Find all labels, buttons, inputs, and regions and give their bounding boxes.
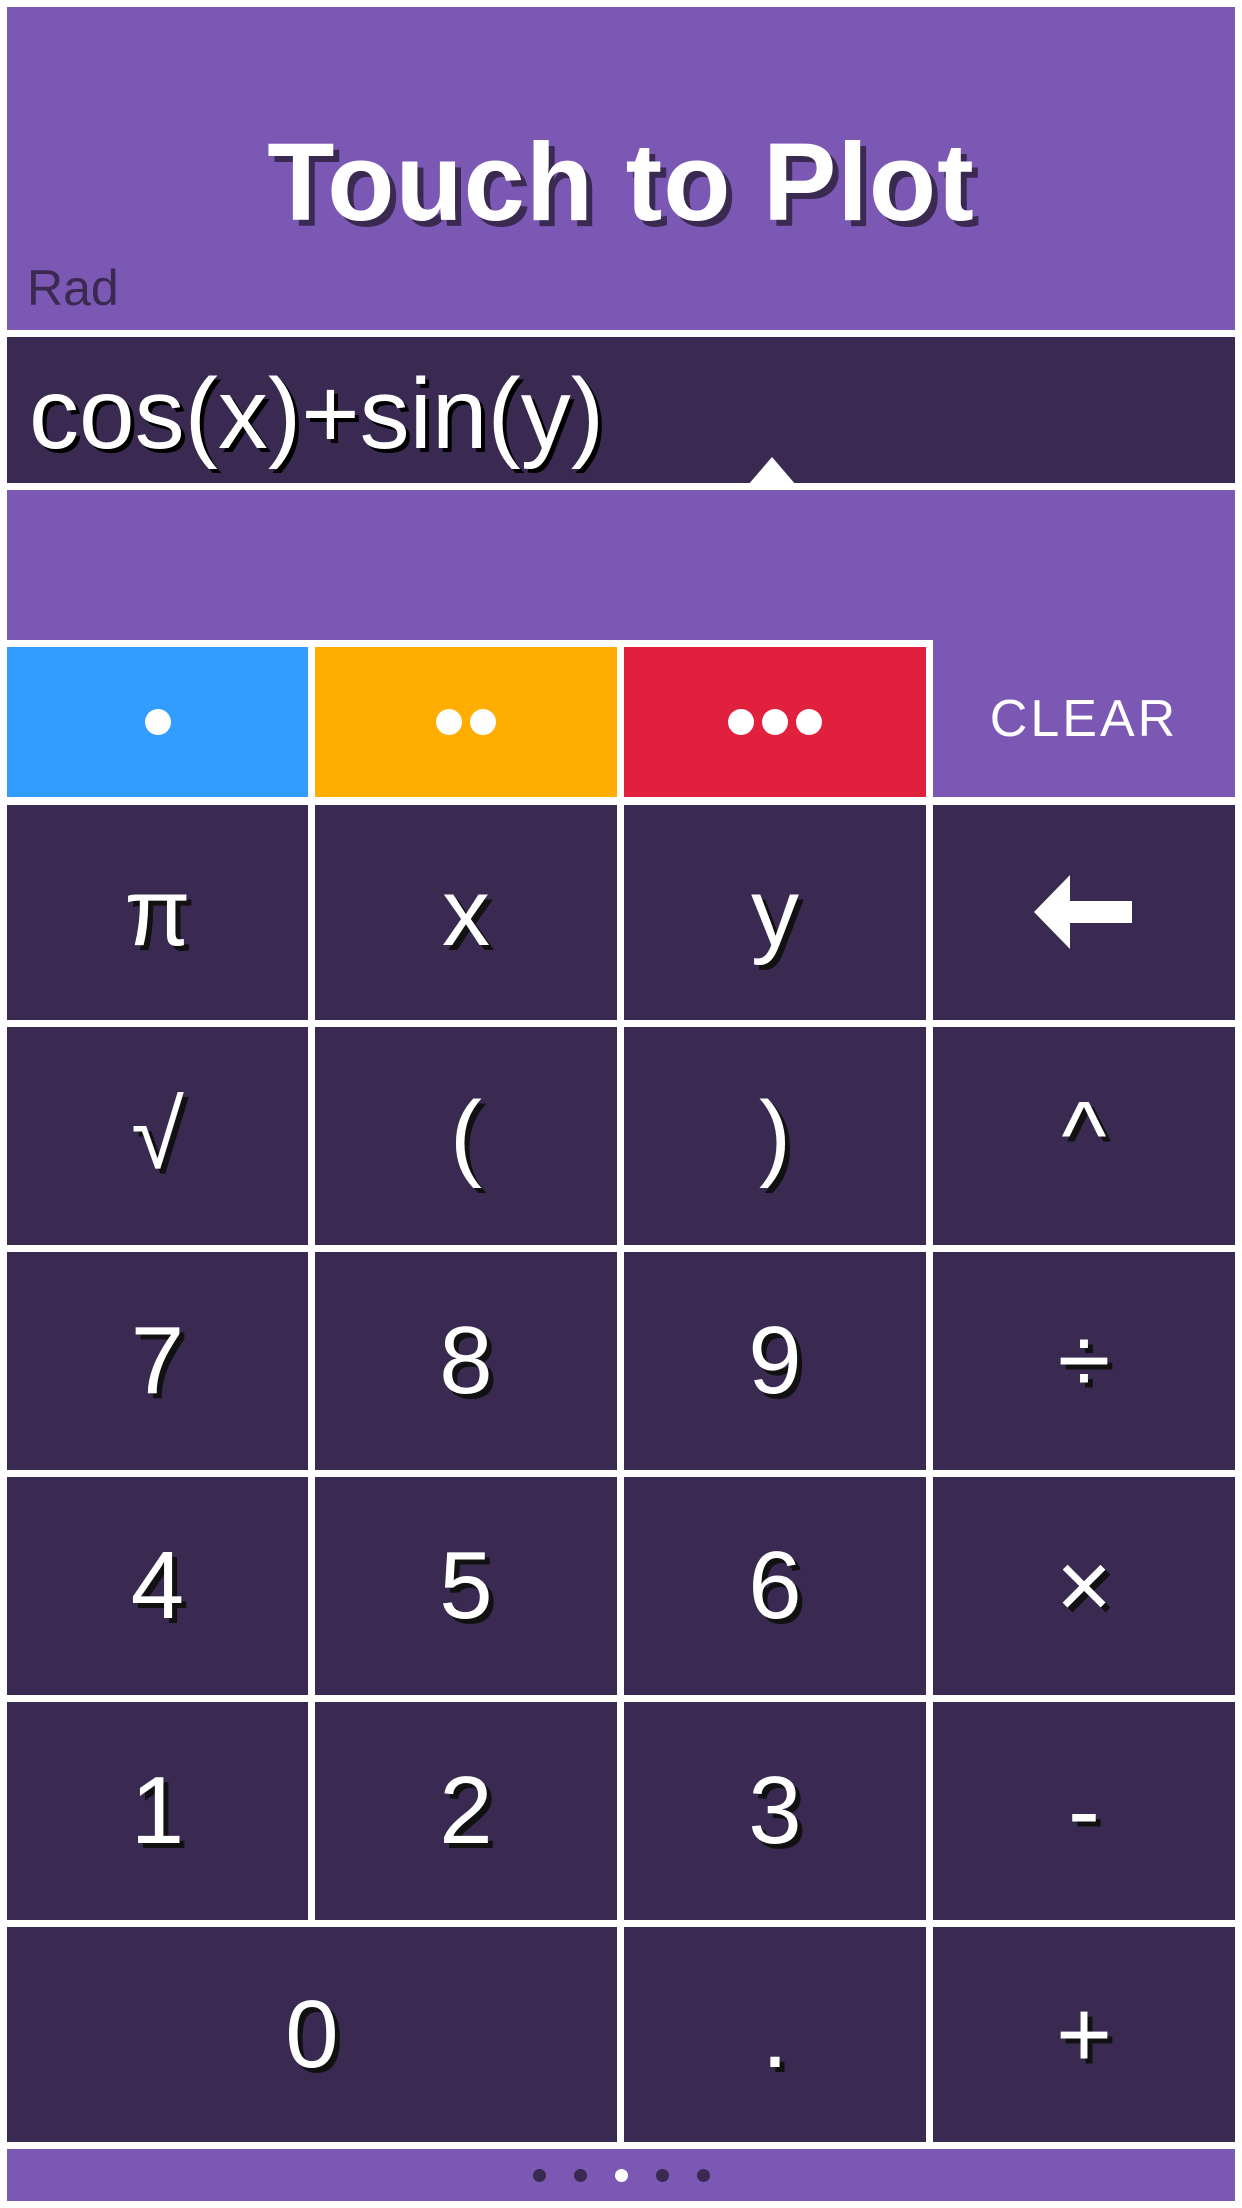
function-2-color-button[interactable] [315, 647, 617, 797]
key-open-paren[interactable]: ( [315, 1027, 617, 1245]
key-label: 8 [439, 1307, 493, 1414]
key-5[interactable]: 5 [315, 1477, 617, 1695]
key-label: × [1055, 1532, 1113, 1639]
key-minus[interactable]: - [933, 1702, 1235, 1920]
dot-icon [728, 709, 754, 735]
key-label: 5 [439, 1532, 493, 1639]
cursor-marker[interactable] [748, 457, 796, 485]
expression-text: cos(x)+sin(y) [29, 358, 605, 470]
page-dot[interactable] [532, 2168, 546, 2182]
key-y[interactable]: y [624, 805, 926, 1020]
key-close-paren[interactable]: ) [624, 1027, 926, 1245]
key-multiply[interactable]: × [933, 1477, 1235, 1695]
key-sqrt[interactable]: √ [7, 1027, 308, 1245]
key-label: . [761, 1980, 789, 2088]
key-2[interactable]: 2 [315, 1702, 617, 1920]
angle-mode-toggle[interactable]: Rad [27, 259, 119, 317]
key-label: ) [759, 1082, 791, 1189]
page-dot[interactable] [655, 2168, 669, 2182]
key-label: 7 [130, 1307, 185, 1414]
key-label: π [124, 858, 191, 966]
key-label: x [442, 858, 490, 966]
clear-button[interactable]: CLEAR [933, 640, 1235, 797]
key-label: + [1055, 1980, 1113, 2088]
arrow-left-icon [1034, 875, 1132, 949]
key-label: 2 [439, 1757, 493, 1864]
key-decimal[interactable]: . [624, 1927, 926, 2142]
key-label: y [751, 858, 799, 966]
key-label: 4 [130, 1532, 185, 1639]
function-3-color-button[interactable] [624, 647, 926, 797]
key-label: ^ [1061, 1082, 1107, 1189]
key-label: - [1068, 1757, 1100, 1864]
page-dot[interactable] [696, 2168, 710, 2182]
key-1[interactable]: 1 [7, 1702, 308, 1920]
key-4[interactable]: 4 [7, 1477, 308, 1695]
dot-icon [796, 709, 822, 735]
key-8[interactable]: 8 [315, 1252, 617, 1470]
key-6[interactable]: 6 [624, 1477, 926, 1695]
key-9[interactable]: 9 [624, 1252, 926, 1470]
key-label: ÷ [1057, 1307, 1111, 1414]
title[interactable]: Touch to Plot [7, 119, 1235, 246]
key-pi[interactable]: π [7, 805, 308, 1020]
key-x[interactable]: x [315, 805, 617, 1020]
key-backspace[interactable] [933, 805, 1235, 1020]
header[interactable]: Touch to Plot Rad [7, 7, 1235, 330]
color-row-divider [7, 640, 939, 647]
key-label: 9 [748, 1307, 802, 1414]
key-plus[interactable]: + [933, 1927, 1235, 2142]
dot-icon [470, 709, 496, 735]
page-dot[interactable] [573, 2168, 587, 2182]
key-3[interactable]: 3 [624, 1702, 926, 1920]
key-divide[interactable]: ÷ [933, 1252, 1235, 1470]
function-1-color-button[interactable] [7, 647, 308, 797]
key-power[interactable]: ^ [933, 1027, 1235, 1245]
key-label: 1 [130, 1757, 185, 1864]
expression-field[interactable]: cos(x)+sin(y) [7, 337, 1235, 483]
plot-area[interactable] [7, 490, 1235, 640]
key-7[interactable]: 7 [7, 1252, 308, 1470]
key-label: 6 [748, 1532, 802, 1639]
key-0[interactable]: 0 [7, 1927, 617, 2142]
page-indicator [7, 2149, 1235, 2201]
key-label: ( [450, 1082, 482, 1189]
key-label: 0 [285, 1980, 339, 2088]
page-dot[interactable] [614, 2168, 628, 2182]
key-label: √ [131, 1082, 184, 1189]
key-label: 3 [748, 1757, 802, 1864]
dot-icon [436, 709, 462, 735]
dot-icon [762, 709, 788, 735]
dot-icon [144, 709, 171, 735]
